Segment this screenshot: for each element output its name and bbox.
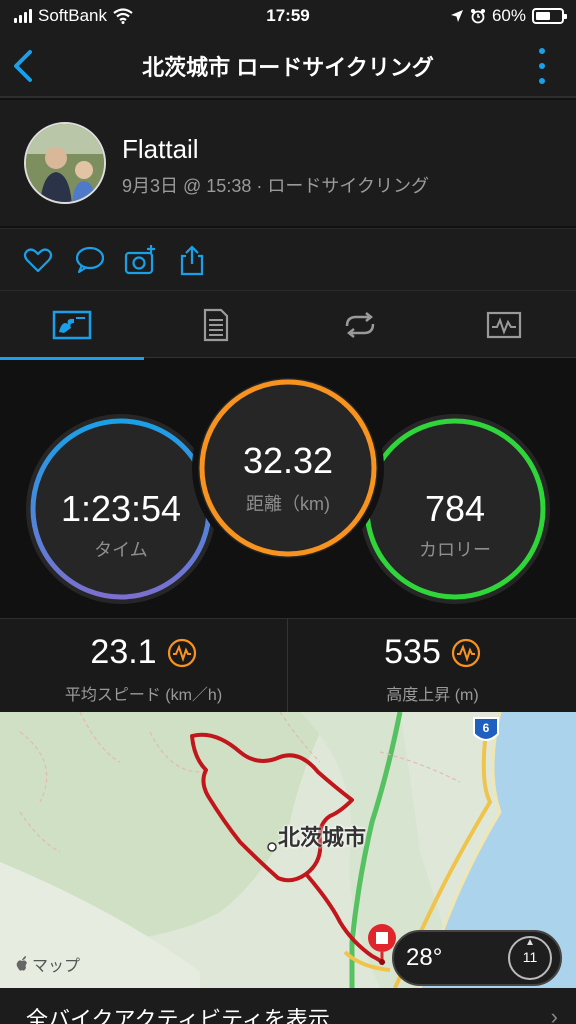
distance-value: 32.32 — [242, 440, 334, 481]
elevation-stat[interactable]: 535 高度上昇 (m) — [289, 619, 576, 713]
activity-meta: 9月3日 @ 15:38 · ロードサイクリング — [122, 176, 429, 196]
status-right: 60% — [450, 6, 567, 26]
avg-speed-stat[interactable]: 23.1 平均スピード (km／h) — [0, 619, 287, 713]
comment-button[interactable] — [74, 244, 106, 276]
tab-details[interactable] — [144, 291, 288, 359]
activity-tabs — [0, 290, 576, 360]
wind-dial-icon: 11 — [508, 936, 552, 980]
battery-percent: 60% — [491, 6, 526, 25]
map-city-label: 北茨城市 — [278, 825, 367, 850]
wind-speed: 11 — [522, 949, 538, 965]
avg-speed-value: 23.1 — [90, 633, 157, 671]
maps-credit-label: マップ — [32, 958, 81, 975]
back-button[interactable] — [8, 44, 42, 88]
add-photo-icon — [124, 245, 155, 275]
more-vertical-icon — [539, 48, 545, 54]
view-all-label: 全バイクアクティビティを表示 — [26, 1007, 330, 1024]
apple-logo-icon — [16, 956, 27, 971]
like-icon — [23, 248, 53, 273]
share-icon — [180, 245, 204, 276]
chevron-left-icon — [14, 50, 32, 82]
activity-badge-icon — [451, 638, 480, 667]
page-title: 北茨城市 ロードサイクリング — [142, 55, 434, 80]
avatar[interactable] — [24, 122, 106, 204]
elevation-label: 高度上昇 (m) — [386, 687, 479, 704]
status-bar: SoftBank 17:59 60% — [0, 0, 576, 34]
location-icon — [450, 10, 463, 22]
alarm-icon — [470, 9, 485, 24]
activity-header: Flattail 9月3日 @ 15:38 · ロードサイクリング — [0, 100, 576, 226]
view-all-bike-activities[interactable]: 全バイクアクティビティを表示 › — [0, 988, 576, 1024]
elevation-value: 535 — [384, 633, 441, 671]
time-value: 1:23:54 — [60, 488, 182, 529]
more-menu-button[interactable] — [538, 48, 546, 84]
weather-temperature: 28° — [406, 944, 443, 971]
add-photo-button[interactable] — [124, 244, 156, 276]
like-button[interactable] — [22, 244, 54, 276]
stats-row: 23.1 平均スピード (km／h) 535 高度上昇 (m) — [0, 618, 576, 713]
nav-bar: 北茨城市 ロードサイクリング — [0, 34, 576, 98]
tab-overview[interactable] — [0, 291, 144, 360]
comment-icon — [75, 246, 105, 274]
activity-badge-icon — [167, 638, 196, 667]
time-label: タイム — [94, 540, 148, 560]
maps-credit: マップ — [14, 952, 80, 976]
distance-label: 距離（km) — [246, 494, 330, 514]
route-map[interactable]: 6 北茨城市 マップ 28° 11 — [0, 712, 576, 988]
share-button[interactable] — [178, 244, 210, 276]
details-icon — [203, 308, 229, 342]
calories-label: カロリー — [419, 540, 491, 560]
chevron-right-icon: › — [550, 1004, 558, 1024]
calories-value: 784 — [424, 488, 486, 529]
weather-badge: 28° 11 — [392, 930, 562, 986]
laps-icon — [345, 312, 375, 338]
tab-laps[interactable] — [288, 291, 432, 359]
action-bar — [0, 228, 576, 290]
tab-charts[interactable] — [432, 291, 576, 359]
stats-divider — [287, 619, 288, 713]
route-shield-label: 6 — [483, 721, 490, 735]
time-ring: 1:23:54 タイム — [26, 414, 216, 604]
overview-icon — [52, 310, 92, 340]
distance-ring: 32.32 距離（km) — [192, 372, 384, 564]
calories-ring: 784 カロリー — [360, 414, 550, 604]
battery-level — [536, 12, 551, 20]
avg-speed-label: 平均スピード (km／h) — [64, 687, 223, 704]
user-name[interactable]: Flattail — [122, 134, 199, 165]
summary-rings: 1:23:54 タイム 784 カロリー 32.32 距離（km) — [0, 360, 576, 618]
battery-icon — [532, 8, 567, 24]
charts-icon — [486, 311, 522, 339]
